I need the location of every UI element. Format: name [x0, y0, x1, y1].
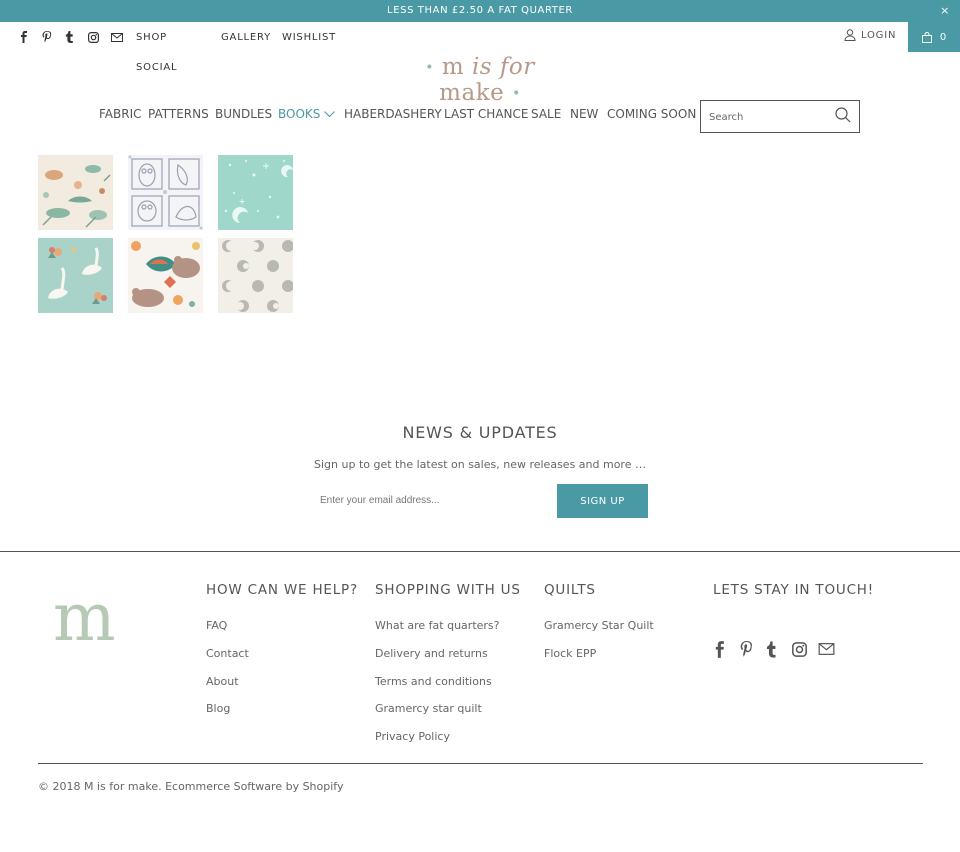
footer-link-delivery[interactable]: Delivery and returns: [375, 647, 488, 660]
footer-link-contact[interactable]: Contact: [206, 647, 249, 660]
pinterest-icon[interactable]: [740, 639, 766, 659]
nav-social-link[interactable]: SOCIAL: [136, 62, 177, 73]
user-icon: [844, 29, 856, 41]
product-tile-hare[interactable]: [38, 155, 113, 230]
footer-social-links: [714, 639, 844, 659]
shopping-bag-icon: [921, 31, 932, 43]
menu-haberdashery[interactable]: HABERDASHERY: [344, 107, 442, 121]
announcement-bar: LESS THAN £2.50 A FAT QUARTER ×: [0, 0, 960, 22]
menu-books-label: BOOKS: [278, 107, 321, 121]
close-icon[interactable]: ×: [940, 0, 950, 22]
cart-count: 0: [939, 31, 947, 43]
footer-link-blog[interactable]: Blog: [206, 702, 230, 715]
newsletter-title: NEWS & UPDATES: [402, 423, 558, 442]
login-label: LOGIN: [861, 29, 897, 41]
footer-link-faq[interactable]: FAQ: [206, 619, 227, 632]
nav-wishlist-link[interactable]: WISHLIST: [282, 32, 336, 43]
menu-patterns[interactable]: PATTERNS: [148, 107, 209, 121]
footer-link-terms[interactable]: Terms and conditions: [375, 675, 492, 688]
product-tile-owl[interactable]: [128, 155, 203, 230]
copyright-text: © 2018 M is for make. Ecommerce Software…: [38, 780, 344, 793]
footer-link-fat-quarters[interactable]: What are fat quarters?: [375, 619, 500, 632]
logo-dot-right: •: [512, 86, 521, 102]
newsletter-subtitle: Sign up to get the latest on sales, new …: [314, 458, 646, 471]
instagram-icon[interactable]: [88, 29, 111, 45]
announcement-text: LESS THAN £2.50 A FAT QUARTER: [387, 5, 573, 16]
footer-contact-title: LETS STAY IN TOUCH!: [713, 582, 874, 598]
tumblr-icon[interactable]: [65, 29, 88, 45]
nav-gallery-link[interactable]: GALLERY: [221, 32, 271, 43]
footer-divider: [0, 551, 960, 552]
email-icon[interactable]: [818, 639, 844, 659]
product-tile-bear[interactable]: [128, 238, 203, 313]
menu-fabric[interactable]: FABRIC: [99, 107, 142, 121]
instagram-icon[interactable]: [792, 639, 818, 659]
facebook-icon[interactable]: [714, 639, 740, 659]
footer-link-gramercy[interactable]: Gramercy star quilt: [375, 702, 482, 715]
tumblr-icon[interactable]: [766, 639, 792, 659]
menu-bundles[interactable]: BUNDLES: [215, 107, 272, 121]
product-tile-moon-stars[interactable]: [218, 155, 293, 230]
search-icon[interactable]: [835, 107, 851, 123]
chevron-down-icon: [324, 111, 336, 118]
cart-button[interactable]: 0: [908, 22, 960, 52]
search-box: [700, 100, 860, 133]
menu-last-chance[interactable]: LAST CHANCE: [444, 107, 528, 121]
footer-link-about[interactable]: About: [206, 675, 239, 688]
newsletter-email-input[interactable]: [312, 488, 552, 512]
sign-up-button[interactable]: SIGN UP: [557, 484, 648, 518]
footer-link-flock-epp[interactable]: Flock EPP: [544, 647, 596, 660]
facebook-icon[interactable]: [19, 29, 42, 45]
footer-quilts-title: QUILTS: [544, 582, 596, 598]
site-logo[interactable]: • m is for make •: [390, 54, 570, 106]
menu-coming-soon[interactable]: COMING SOON: [607, 107, 696, 121]
product-tile-swan[interactable]: [38, 238, 113, 313]
product-tile-moon-phases[interactable]: [218, 238, 293, 313]
logo-word-m: m: [441, 54, 465, 80]
login-link[interactable]: LOGIN: [844, 29, 896, 41]
search-input[interactable]: [709, 109, 829, 125]
copyright-divider: [38, 763, 923, 764]
menu-sale[interactable]: SALE: [531, 107, 561, 121]
footer-logo[interactable]: m: [53, 585, 143, 658]
footer-help-title: HOW CAN WE HELP?: [206, 582, 358, 598]
menu-books[interactable]: BOOKS: [278, 107, 336, 121]
logo-word-make: make: [439, 80, 505, 106]
logo-dot-left: •: [425, 60, 434, 76]
header-social-links: [19, 29, 134, 45]
menu-new[interactable]: NEW: [570, 107, 598, 121]
footer-link-privacy[interactable]: Privacy Policy: [375, 730, 450, 743]
footer-link-gramercy-star[interactable]: Gramercy Star Quilt: [544, 619, 654, 632]
footer-shopping-title: SHOPPING WITH US: [375, 582, 521, 598]
logo-word-is-for: is for: [471, 54, 535, 80]
pinterest-icon[interactable]: [42, 29, 65, 45]
nav-shop-link[interactable]: SHOP: [136, 32, 167, 43]
email-icon[interactable]: [111, 29, 134, 45]
